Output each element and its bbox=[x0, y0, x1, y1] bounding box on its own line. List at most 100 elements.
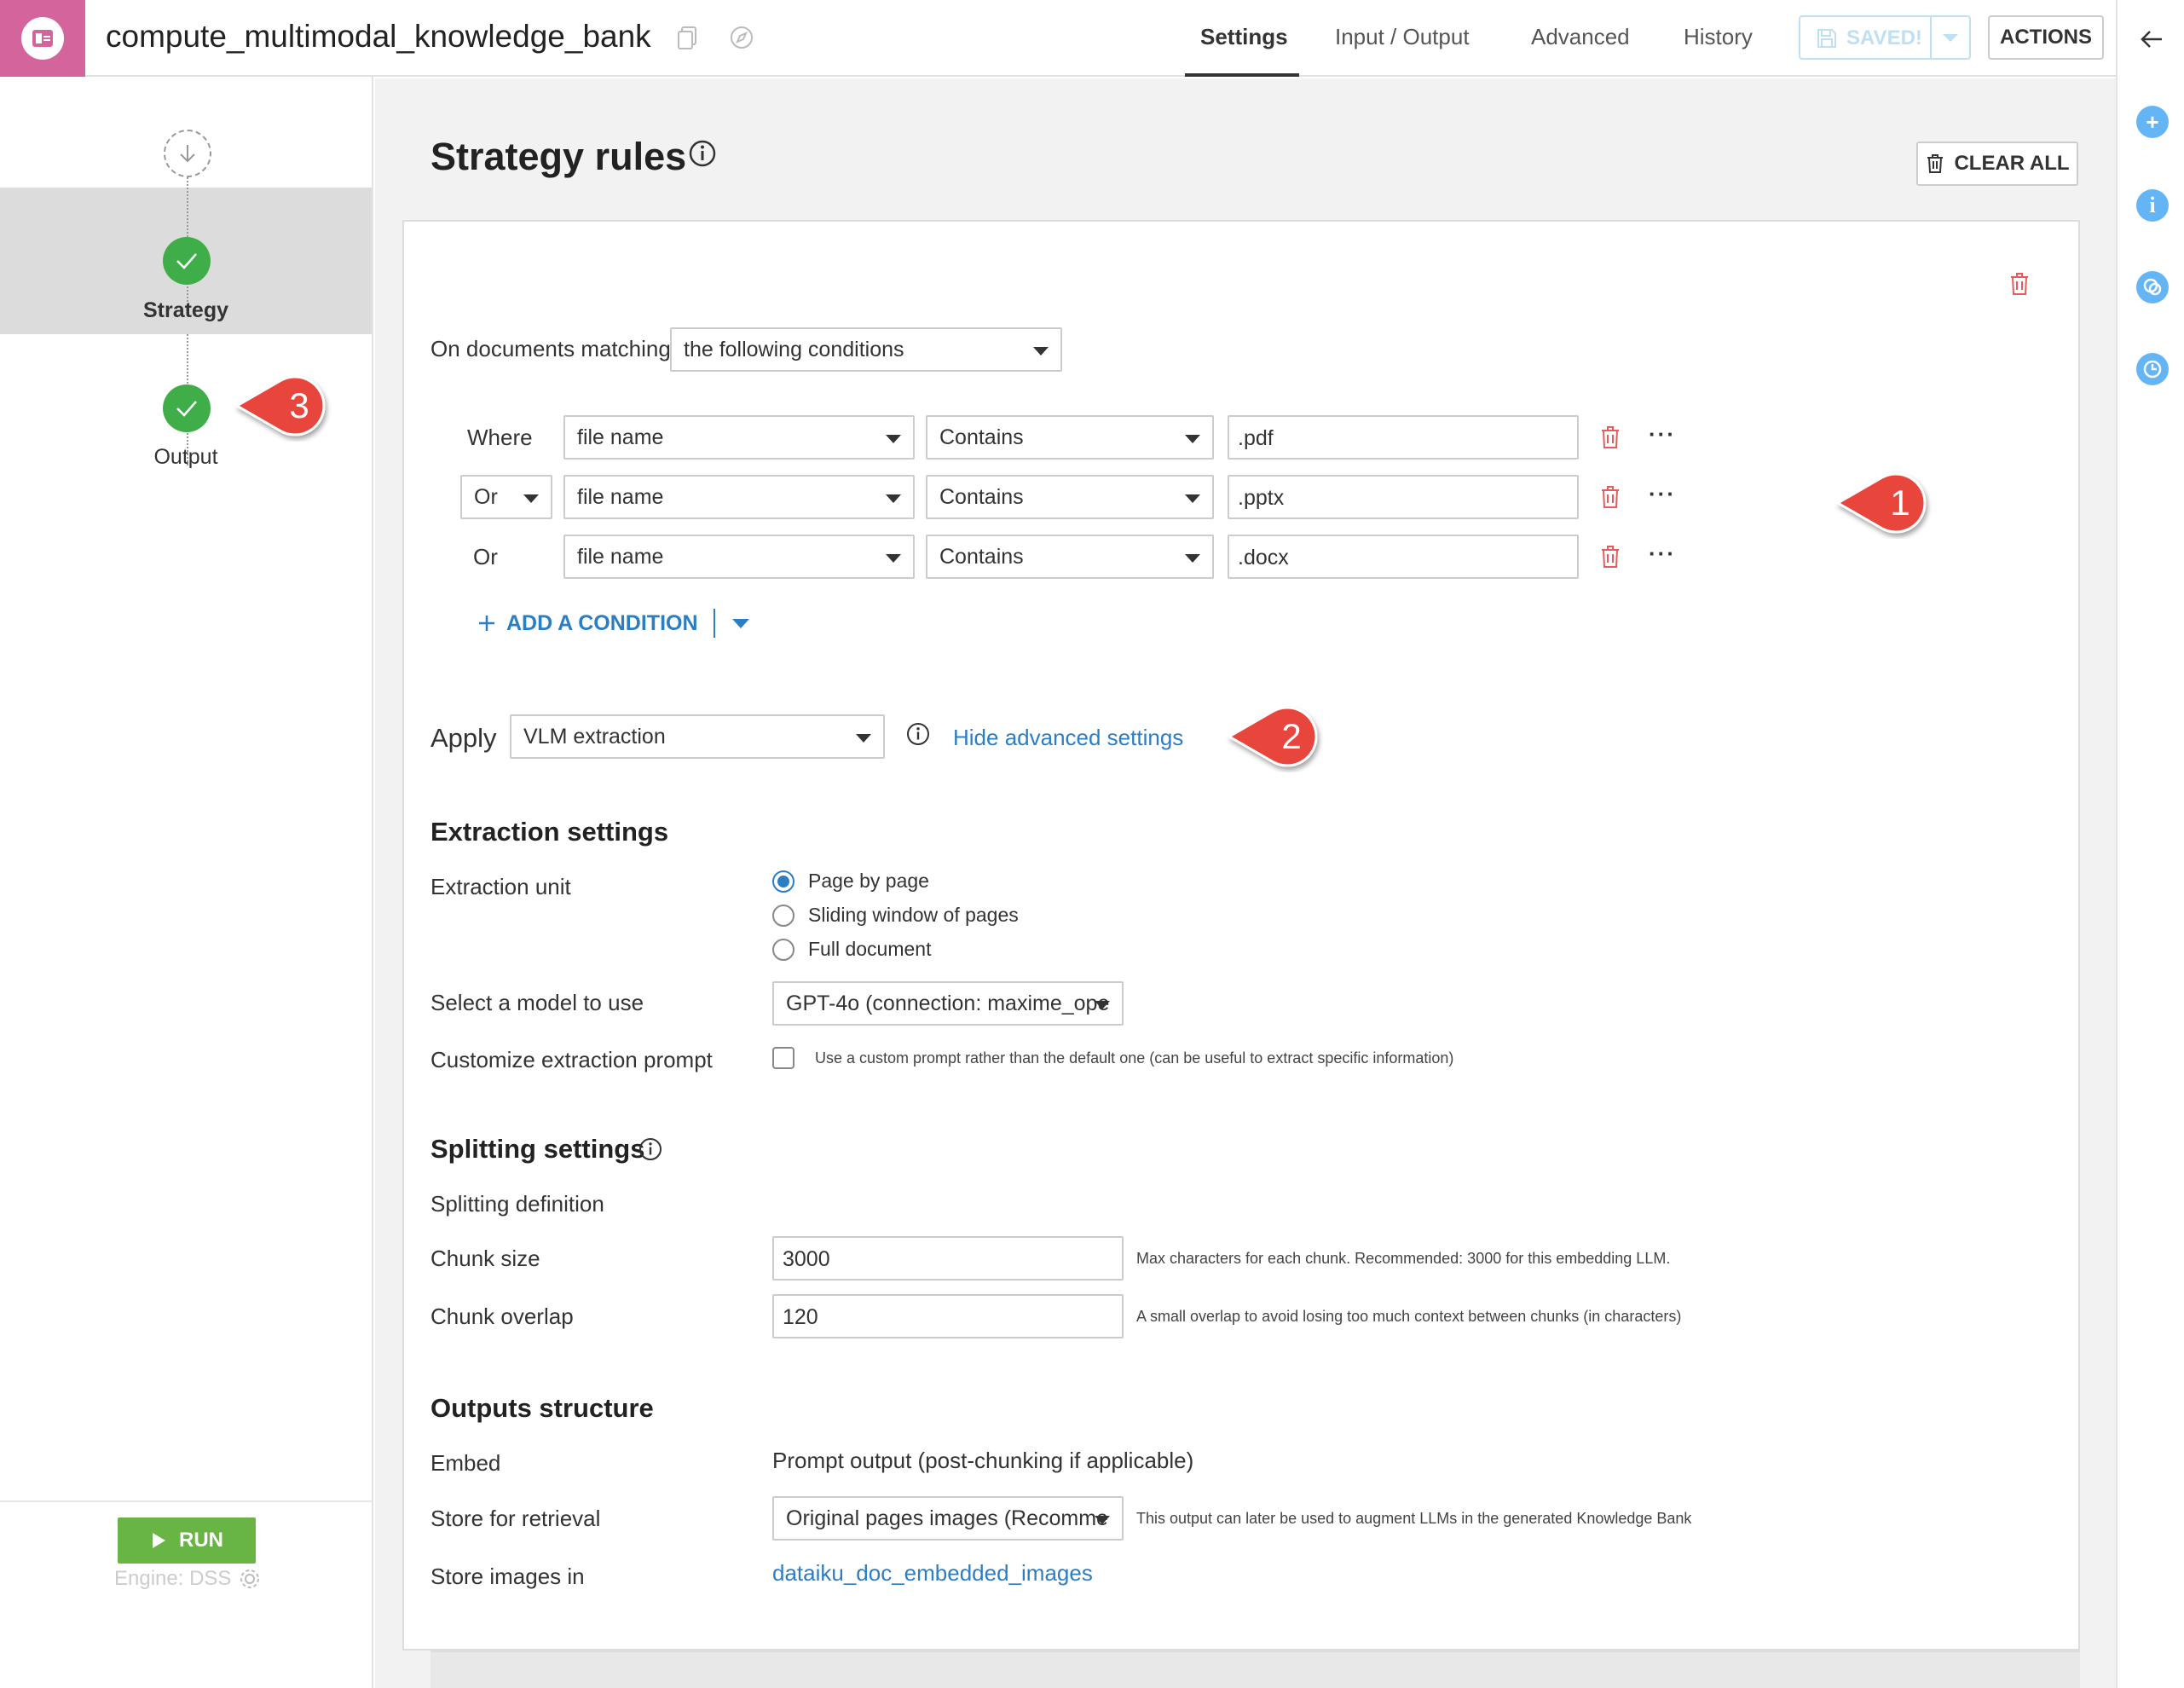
extraction-unit-label: Extraction unit bbox=[430, 874, 571, 899]
customize-prompt-checkbox[interactable] bbox=[772, 1047, 794, 1069]
tab-settings[interactable]: Settings bbox=[1200, 24, 1288, 50]
copy-icon[interactable] bbox=[675, 24, 701, 51]
store-for-retrieval-label: Store for retrieval bbox=[430, 1506, 601, 1531]
chunk-overlap-input[interactable]: 120 bbox=[772, 1294, 1124, 1338]
play-icon bbox=[153, 1533, 165, 1548]
customize-prompt-label: Customize extraction prompt bbox=[430, 1047, 713, 1072]
page-title: Strategy rules bbox=[430, 135, 687, 178]
condition-1-field-select[interactable]: file name bbox=[563, 415, 915, 460]
svg-text:1: 1 bbox=[1890, 483, 1910, 523]
hide-advanced-settings-link[interactable]: Hide advanced settings bbox=[953, 725, 1183, 751]
actions-button[interactable]: ACTIONS bbox=[1988, 15, 2104, 60]
next-rule-card-edge bbox=[430, 1650, 2080, 1688]
run-button[interactable]: RUN bbox=[118, 1517, 256, 1564]
condition-1-value-input[interactable]: .pdf bbox=[1228, 415, 1579, 460]
steps-panel: Strategy Output bbox=[0, 77, 373, 1688]
extraction-settings-heading: Extraction settings bbox=[430, 817, 669, 847]
info-icon[interactable]: i bbox=[2136, 189, 2169, 222]
condition-3-operator-select[interactable]: Contains bbox=[926, 535, 1214, 579]
chunk-size-help: Max characters for each chunk. Recommend… bbox=[1136, 1250, 1671, 1267]
recipe-name[interactable]: compute_multimodal_knowledge_bank bbox=[106, 19, 651, 55]
callout-marker-1: 1 bbox=[1834, 472, 1927, 534]
condition-1-trash-icon[interactable] bbox=[1599, 425, 1621, 450]
radio-sliding-window[interactable]: Sliding window of pages bbox=[772, 904, 1019, 927]
tab-history[interactable]: History bbox=[1684, 24, 1753, 50]
embed-value: Prompt output (post-chunking if applicab… bbox=[772, 1448, 1194, 1473]
condition-3-field-select[interactable]: file name bbox=[563, 535, 915, 579]
compass-icon[interactable] bbox=[728, 24, 754, 51]
chunk-overlap-label: Chunk overlap bbox=[430, 1304, 574, 1329]
condition-1-operator-select[interactable]: Contains bbox=[926, 415, 1214, 460]
clear-all-label: CLEAR ALL bbox=[1954, 152, 2070, 175]
store-for-retrieval-help: This output can later be used to augment… bbox=[1136, 1510, 1692, 1527]
radio-button[interactable] bbox=[772, 870, 794, 893]
condition-3-value-input[interactable]: .docx bbox=[1228, 535, 1579, 579]
tab-advanced[interactable]: Advanced bbox=[1531, 24, 1630, 50]
save-button-label: SAVED! bbox=[1846, 26, 1922, 49]
callout-marker-3: 3 bbox=[234, 375, 326, 436]
splitting-settings-heading: Splitting settings bbox=[430, 1134, 645, 1164]
store-for-retrieval-select[interactable]: Original pages images (Recomme bbox=[772, 1496, 1124, 1541]
model-select[interactable]: GPT-4o (connection: maxime_ope bbox=[772, 981, 1124, 1026]
trash-icon bbox=[1927, 154, 1944, 173]
splitting-definition-label: Splitting definition bbox=[430, 1191, 604, 1217]
svg-text:2: 2 bbox=[1281, 716, 1301, 756]
chevron-down-icon[interactable] bbox=[731, 618, 749, 628]
right-rail: + i bbox=[2116, 0, 2184, 1688]
save-icon bbox=[1817, 29, 1836, 48]
info-icon[interactable] bbox=[687, 138, 718, 169]
select-model-label: Select a model to use bbox=[430, 990, 644, 1015]
condition-prefix-or: Or bbox=[473, 544, 498, 569]
clear-all-button[interactable]: CLEAR ALL bbox=[1916, 142, 2078, 186]
engine-selector[interactable]: Engine: DSS bbox=[114, 1567, 262, 1591]
embed-label: Embed bbox=[430, 1450, 501, 1476]
top-bar: compute_multimodal_knowledge_bank Settin… bbox=[0, 0, 2116, 77]
matching-mode-select[interactable]: the following conditions bbox=[670, 327, 1062, 372]
condition-2-trash-icon[interactable] bbox=[1599, 484, 1621, 510]
radio-button[interactable] bbox=[772, 904, 794, 927]
step-output-check-icon[interactable] bbox=[163, 384, 211, 432]
apply-method-select[interactable]: VLM extraction bbox=[510, 714, 885, 759]
document-icon bbox=[21, 17, 64, 60]
arrow-left-icon[interactable] bbox=[2138, 27, 2165, 51]
info-icon[interactable] bbox=[905, 721, 931, 747]
condition-2-operator-select[interactable]: Contains bbox=[926, 475, 1214, 519]
condition-1-more-icon[interactable]: ··· bbox=[1649, 421, 1676, 448]
engine-label: Engine: DSS bbox=[114, 1567, 232, 1590]
step-strategy-label[interactable]: Strategy bbox=[0, 298, 372, 323]
outputs-structure-heading: Outputs structure bbox=[430, 1393, 654, 1423]
clock-icon[interactable] bbox=[2136, 353, 2169, 385]
apply-label: Apply bbox=[430, 723, 497, 753]
radio-button[interactable] bbox=[772, 938, 794, 961]
info-icon[interactable] bbox=[638, 1136, 663, 1162]
condition-2-more-icon[interactable]: ··· bbox=[1649, 481, 1676, 507]
step-strategy-check-icon[interactable] bbox=[163, 237, 211, 285]
store-images-label: Store images in bbox=[430, 1564, 585, 1589]
store-images-link[interactable]: dataiku_doc_embedded_images bbox=[772, 1560, 1093, 1587]
chevron-down-icon[interactable] bbox=[1940, 32, 1961, 44]
customize-prompt-help: Use a custom prompt rather than the defa… bbox=[815, 1049, 1454, 1067]
step-output-label[interactable]: Output bbox=[0, 445, 372, 470]
run-button-label: RUN bbox=[179, 1529, 223, 1552]
save-button[interactable]: SAVED! bbox=[1799, 15, 1971, 60]
add-condition-label: ADD A CONDITION bbox=[506, 610, 698, 635]
add-condition-button[interactable]: ADD A CONDITION bbox=[477, 609, 749, 638]
delete-rule-trash-icon[interactable] bbox=[2008, 271, 2031, 297]
plus-icon bbox=[479, 616, 494, 631]
condition-2-logic-select[interactable]: Or bbox=[460, 475, 552, 519]
chat-icon[interactable] bbox=[2136, 271, 2169, 303]
condition-2-field-select[interactable]: file name bbox=[563, 475, 915, 519]
tab-input-output[interactable]: Input / Output bbox=[1335, 24, 1470, 50]
condition-2-value-input[interactable]: .pptx bbox=[1228, 475, 1579, 519]
condition-3-more-icon[interactable]: ··· bbox=[1649, 541, 1676, 567]
gear-icon[interactable] bbox=[238, 1567, 262, 1591]
arrow-down-icon bbox=[164, 130, 211, 177]
plus-icon[interactable]: + bbox=[2136, 106, 2169, 138]
condition-prefix-where: Where bbox=[467, 425, 533, 450]
radio-page-by-page[interactable]: Page by page bbox=[772, 870, 929, 893]
chunk-size-input[interactable]: 3000 bbox=[772, 1236, 1124, 1280]
chunk-size-label: Chunk size bbox=[430, 1246, 540, 1271]
condition-3-trash-icon[interactable] bbox=[1599, 544, 1621, 569]
recipe-icon[interactable] bbox=[0, 0, 85, 77]
radio-full-document[interactable]: Full document bbox=[772, 938, 931, 961]
